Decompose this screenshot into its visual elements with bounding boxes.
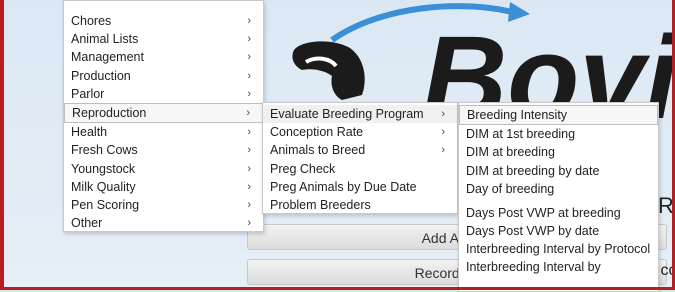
chevron-right-icon: ›	[247, 162, 251, 175]
chevron-right-icon: ›	[247, 87, 251, 100]
menu-item-label: Management	[71, 50, 144, 65]
menu-item-label: Days Post VWP by date	[466, 224, 600, 239]
evaluate-breeding-submenu: Breeding Intensity DIM at 1st breeding DIM…	[458, 102, 659, 292]
chevron-right-icon: ›	[247, 33, 251, 46]
menu-item-health[interactable]: Health ›	[64, 123, 263, 141]
menu-item-days-post-vwp-at-breeding[interactable]: Days Post VWP at breeding	[459, 204, 658, 222]
cow-head-icon	[292, 41, 365, 100]
menu-item-dim-at-breeding-by-date[interactable]: DIM at breeding by date	[459, 162, 658, 180]
menu-item-day-of-breeding[interactable]: Day of breeding	[459, 180, 658, 198]
menu-item-fresh-cows[interactable]: Fresh Cows ›	[64, 141, 263, 159]
menu-item-label: Youngstock	[71, 161, 136, 176]
menu-item-label: Breeding Intensity	[467, 108, 568, 122]
menu-item-chores[interactable]: Chores ›	[64, 12, 263, 30]
menu-item-label: Day of breeding	[466, 181, 555, 196]
menu-item-problem-breeders[interactable]: Problem Breeders	[263, 196, 457, 214]
main-menu: Chores › Animal Lists › Management › Productio…	[63, 0, 264, 232]
chevron-right-icon: ›	[246, 106, 250, 119]
menu-item-youngstock[interactable]: Youngstock ›	[64, 160, 263, 178]
menu-item-animal-lists[interactable]: Animal Lists ›	[64, 30, 263, 48]
chevron-right-icon: ›	[247, 217, 251, 230]
menu-item-interbreeding-interval-by-protocol[interactable]: Interbreeding Interval by Protocol	[459, 240, 658, 258]
menu-item-preg-check[interactable]: Preg Check	[263, 160, 457, 178]
menu-item-label: Interbreeding Interval by	[466, 260, 601, 275]
menu-item-label: Days Post VWP at breeding	[466, 205, 621, 220]
chevron-right-icon: ›	[247, 15, 251, 27]
menu-item-other[interactable]: Other ›	[64, 214, 263, 232]
reproduction-submenu: Evaluate Breeding Program › Conception Rat…	[262, 102, 458, 214]
menu-item-label: Chores	[71, 14, 112, 28]
menu-item-label: Preg Animals by Due Date	[270, 179, 417, 194]
menu-item-label: Conception Rate	[270, 125, 364, 140]
menu-item-label: Milk Quality	[71, 179, 136, 194]
chevron-right-icon: ›	[247, 69, 251, 82]
menu-item-label: Health	[71, 125, 108, 140]
chevron-right-icon: ›	[247, 180, 251, 193]
menu-item-evaluate-breeding-program[interactable]: Evaluate Breeding Program ›	[263, 105, 457, 124]
menu-item-reproduction[interactable]: Reproduction ›	[64, 102, 263, 124]
menu-item-label: Animals to Breed	[270, 143, 366, 158]
menu-item-label: Problem Breeders	[270, 197, 371, 212]
menu-item-management[interactable]: Management ›	[64, 48, 263, 66]
menu-item-label: DIM at breeding by date	[466, 163, 600, 178]
menu-item-label: Animal Lists	[71, 32, 139, 47]
window-frame-left	[0, 0, 4, 290]
menu-item-label: Parlor	[71, 86, 105, 101]
menu-item-animals-to-breed[interactable]: Animals to Breed ›	[263, 141, 457, 159]
menu-item-label: Evaluate Breeding Program	[270, 107, 424, 121]
menu-item-parlor[interactable]: Parlor ›	[64, 85, 263, 103]
menu-item-label: Interbreeding Interval by Protocol	[466, 242, 651, 257]
chevron-right-icon: ›	[247, 198, 251, 211]
chevron-right-icon: ›	[247, 51, 251, 64]
menu-item-production[interactable]: Production ›	[64, 67, 263, 85]
chevron-right-icon: ›	[247, 126, 251, 139]
menu-item-breeding-intensity[interactable]: Breeding Intensity	[459, 105, 658, 126]
menu-item-milk-quality[interactable]: Milk Quality ›	[64, 178, 263, 196]
menu-item-preg-animals-by-due-date[interactable]: Preg Animals by Due Date	[263, 178, 457, 196]
menu-item-label: Preg Check	[270, 161, 336, 176]
chevron-right-icon: ›	[441, 144, 445, 157]
menu-item-label: Pen Scoring	[71, 197, 140, 212]
menu-item-label: Fresh Cows	[71, 143, 138, 158]
menu-item-pen-scoring[interactable]: Pen Scoring ›	[64, 196, 263, 214]
menu-item-interbreeding-interval-by[interactable]: Interbreeding Interval by	[459, 258, 658, 276]
menu-item-label: Production	[71, 68, 131, 83]
menu-item-dim-at-breeding[interactable]: DIM at breeding	[459, 143, 658, 161]
menu-item-label: DIM at 1st breeding	[466, 127, 576, 142]
menu-item-days-post-vwp-by-date[interactable]: Days Post VWP by date	[459, 222, 658, 240]
chevron-right-icon: ›	[247, 144, 251, 157]
chevron-right-icon: ›	[441, 108, 445, 120]
menu-item-dim-at-1st-breeding[interactable]: DIM at 1st breeding	[459, 125, 658, 143]
chevron-right-icon: ›	[441, 126, 445, 139]
menu-item-label: DIM at breeding	[466, 145, 555, 160]
menu-item-label: Other	[71, 216, 103, 231]
menu-item-conception-rate[interactable]: Conception Rate ›	[263, 123, 457, 141]
menu-item-label: Reproduction	[72, 105, 147, 120]
